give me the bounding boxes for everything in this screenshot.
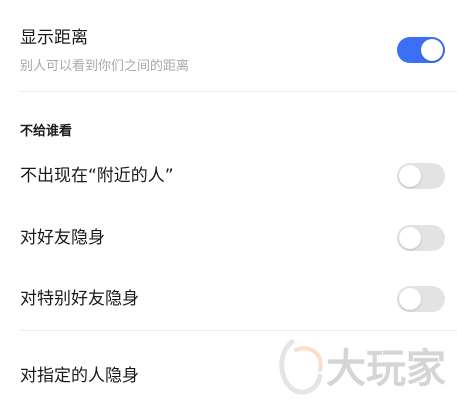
show-distance-row[interactable]: 显示距离 别人可以看到你们之间的距离 [0,0,457,92]
toggle-knob [421,39,443,61]
show-distance-toggle[interactable] [397,37,445,63]
invisible-to-friends-label: 对好友隐身 [20,228,105,248]
invisible-to-specified-row[interactable]: 对指定的人隐身 [0,345,457,407]
toggle-knob [399,165,421,187]
hide-from-section-header: 不给谁看 [20,124,73,139]
show-distance-subtitle: 别人可以看到你们之间的距离 [20,59,190,74]
hide-from-nearby-label: 不出现在“附近的人” [20,166,174,186]
toggle-knob [399,288,421,310]
invisible-to-special-friends-label: 对特别好友隐身 [20,289,139,309]
invisible-to-special-friends-toggle[interactable] [397,286,445,312]
invisible-to-specified-label: 对指定的人隐身 [20,366,139,386]
invisible-to-friends-toggle[interactable] [397,225,445,251]
divider [20,330,457,331]
invisible-to-special-friends-row[interactable]: 对特别好友隐身 [0,268,457,330]
hide-from-nearby-toggle[interactable] [397,163,445,189]
show-distance-title: 显示距离 [20,28,88,48]
hide-from-nearby-row[interactable]: 不出现在“附近的人” [0,145,457,207]
privacy-settings-page: 显示距离 别人可以看到你们之间的距离 不给谁看 不出现在“附近的人” 对好友隐身… [0,0,457,407]
toggle-knob [399,227,421,249]
invisible-to-friends-row[interactable]: 对好友隐身 [0,207,457,269]
divider [20,91,457,92]
